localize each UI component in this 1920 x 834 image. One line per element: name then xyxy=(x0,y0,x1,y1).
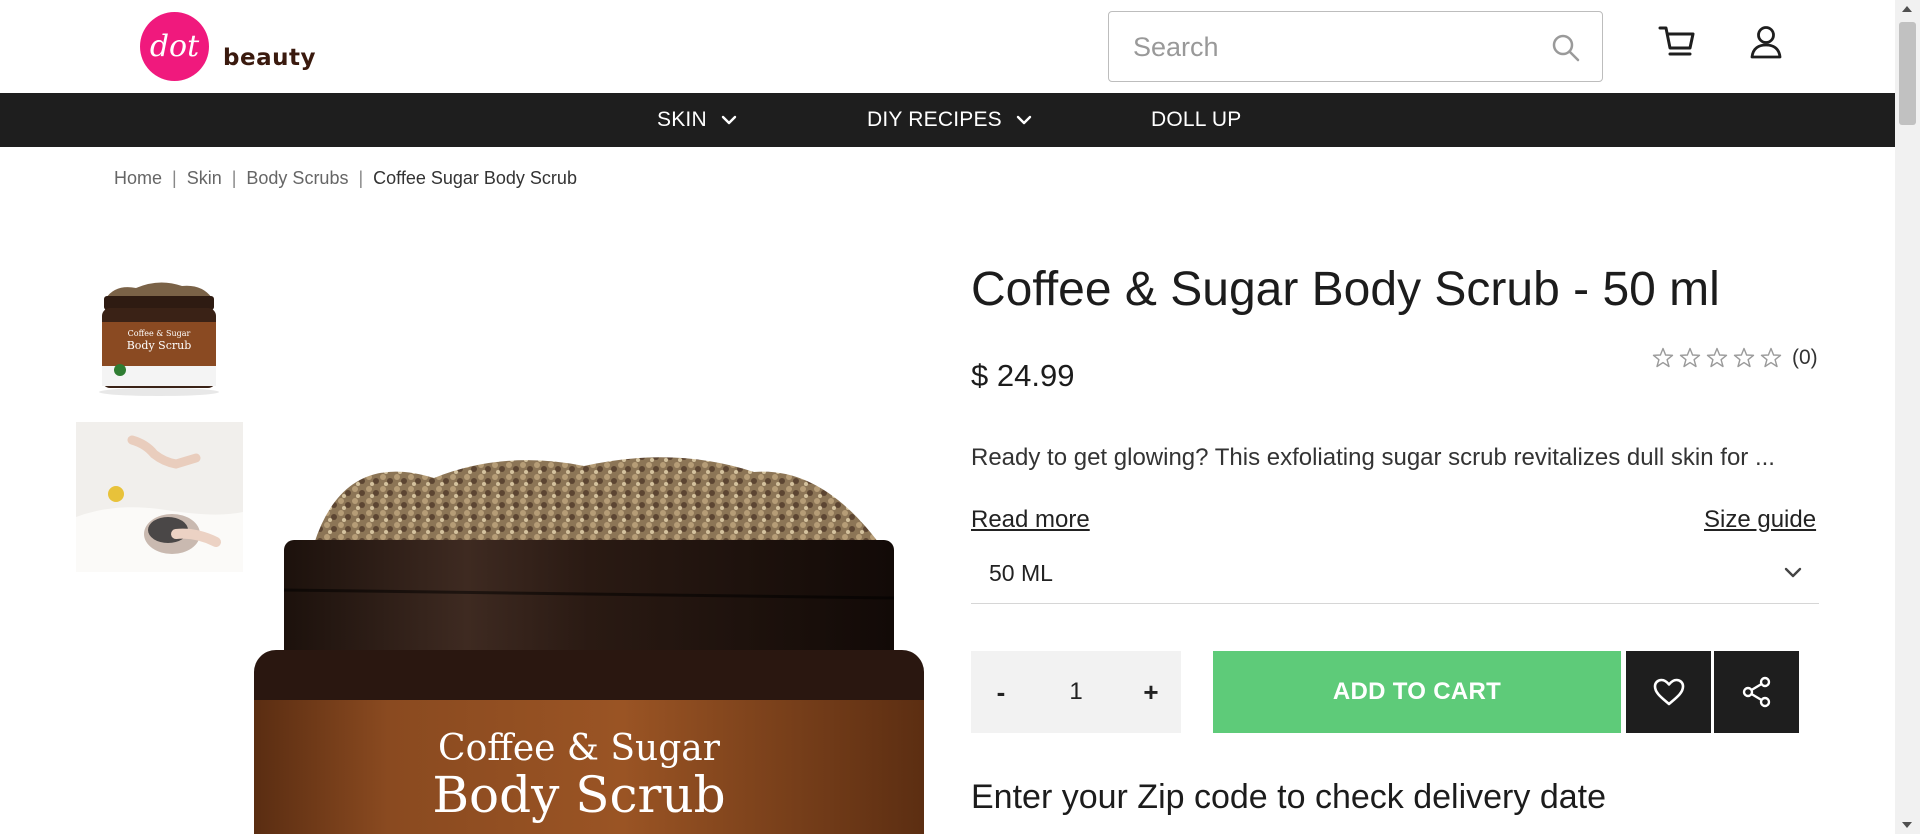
svg-text:Body Scrub: Body Scrub xyxy=(127,339,192,352)
scroll-up-arrow[interactable] xyxy=(1902,6,1912,12)
nav-item-label: SKIN xyxy=(657,108,707,131)
jar-label-line2: Body Scrub xyxy=(432,766,725,824)
product-description: Ready to get glowing? This exfoliating s… xyxy=(971,444,1775,471)
chevron-down-icon xyxy=(721,115,737,125)
star-empty-icon xyxy=(1679,347,1701,368)
logo-text: beauty xyxy=(223,45,316,71)
chevron-down-icon xyxy=(1016,115,1032,125)
breadcrumb: Home | Skin | Body Scrubs | Coffee Sugar… xyxy=(114,168,577,189)
heart-icon xyxy=(1653,678,1684,706)
brand-logo[interactable]: dot beauty xyxy=(140,12,316,81)
nav-item-label: DIY RECIPES xyxy=(867,108,1002,131)
quantity-increase-button[interactable]: + xyxy=(1121,651,1181,733)
rating-count: (0) xyxy=(1792,346,1818,369)
jar-main-image: Coffee & Sugar Body Scrub xyxy=(254,457,924,834)
breadcrumb-current: Coffee Sugar Body Scrub xyxy=(373,168,577,188)
search-input[interactable] xyxy=(1133,30,1533,64)
breadcrumb-separator: | xyxy=(172,168,177,188)
product-title: Coffee & Sugar Body Scrub - 50 ml xyxy=(971,263,1720,316)
cart-icon[interactable] xyxy=(1657,24,1697,60)
breadcrumb-separator: | xyxy=(231,168,237,188)
zip-code-heading: Enter your Zip code to check delivery da… xyxy=(971,778,1606,816)
size-selected-value: 50 ML xyxy=(989,560,1053,586)
size-select[interactable]: 50 ML xyxy=(971,548,1819,604)
share-icon xyxy=(1742,676,1770,708)
logo-mark: dot xyxy=(140,12,209,81)
breadcrumb-home[interactable]: Home xyxy=(114,168,162,189)
breadcrumb-skin[interactable]: Skin xyxy=(187,168,222,189)
star-empty-icon xyxy=(1652,347,1674,368)
jar-thumbnail-image: Coffee & Sugar Body Scrub xyxy=(99,282,219,396)
search-icon[interactable] xyxy=(1550,32,1582,64)
product-thumbnail-jar[interactable]: Coffee & Sugar Body Scrub xyxy=(76,270,243,398)
svg-text:Coffee & Sugar: Coffee & Sugar xyxy=(128,329,191,338)
jar-label-line1: Coffee & Sugar xyxy=(438,728,721,769)
search-box xyxy=(1108,11,1603,82)
lifestyle-thumbnail-image xyxy=(76,422,243,572)
page-scrollbar[interactable] xyxy=(1895,0,1920,834)
star-empty-icon xyxy=(1760,347,1782,368)
scrollbar-thumb[interactable] xyxy=(1899,22,1916,125)
quantity-decrease-button[interactable]: - xyxy=(971,651,1031,733)
user-icon[interactable] xyxy=(1748,24,1784,60)
star-empty-icon xyxy=(1706,347,1728,368)
quantity-value[interactable]: 1 xyxy=(1031,651,1121,733)
add-to-cart-button[interactable]: ADD TO CART xyxy=(1213,651,1621,733)
share-button[interactable] xyxy=(1714,651,1799,733)
main-nav: SKIN DIY RECIPES DOLL UP xyxy=(0,93,1895,147)
star-empty-icon xyxy=(1733,347,1755,368)
site-header: dot beauty xyxy=(0,0,1895,93)
nav-item-diy-recipes[interactable]: DIY RECIPES xyxy=(867,93,1032,147)
breadcrumb-separator: | xyxy=(358,168,364,188)
read-more-link[interactable]: Read more xyxy=(971,506,1090,534)
product-rating[interactable]: (0) xyxy=(1651,346,1818,370)
chevron-down-icon xyxy=(1784,567,1802,578)
nav-item-label: DOLL UP xyxy=(1151,108,1242,131)
quantity-stepper: - 1 + xyxy=(971,651,1181,733)
nav-item-skin[interactable]: SKIN xyxy=(657,93,737,147)
product-price: $ 24.99 xyxy=(971,358,1075,393)
scroll-down-arrow[interactable] xyxy=(1902,822,1912,828)
product-thumbnail-lifestyle[interactable] xyxy=(76,422,243,572)
wishlist-button[interactable] xyxy=(1626,651,1711,733)
size-guide-link[interactable]: Size guide xyxy=(1704,506,1816,534)
product-main-image[interactable]: Coffee & Sugar Body Scrub xyxy=(254,270,924,834)
nav-item-doll-up[interactable]: DOLL UP xyxy=(1151,93,1242,147)
breadcrumb-body-scrubs[interactable]: Body Scrubs xyxy=(246,168,348,189)
